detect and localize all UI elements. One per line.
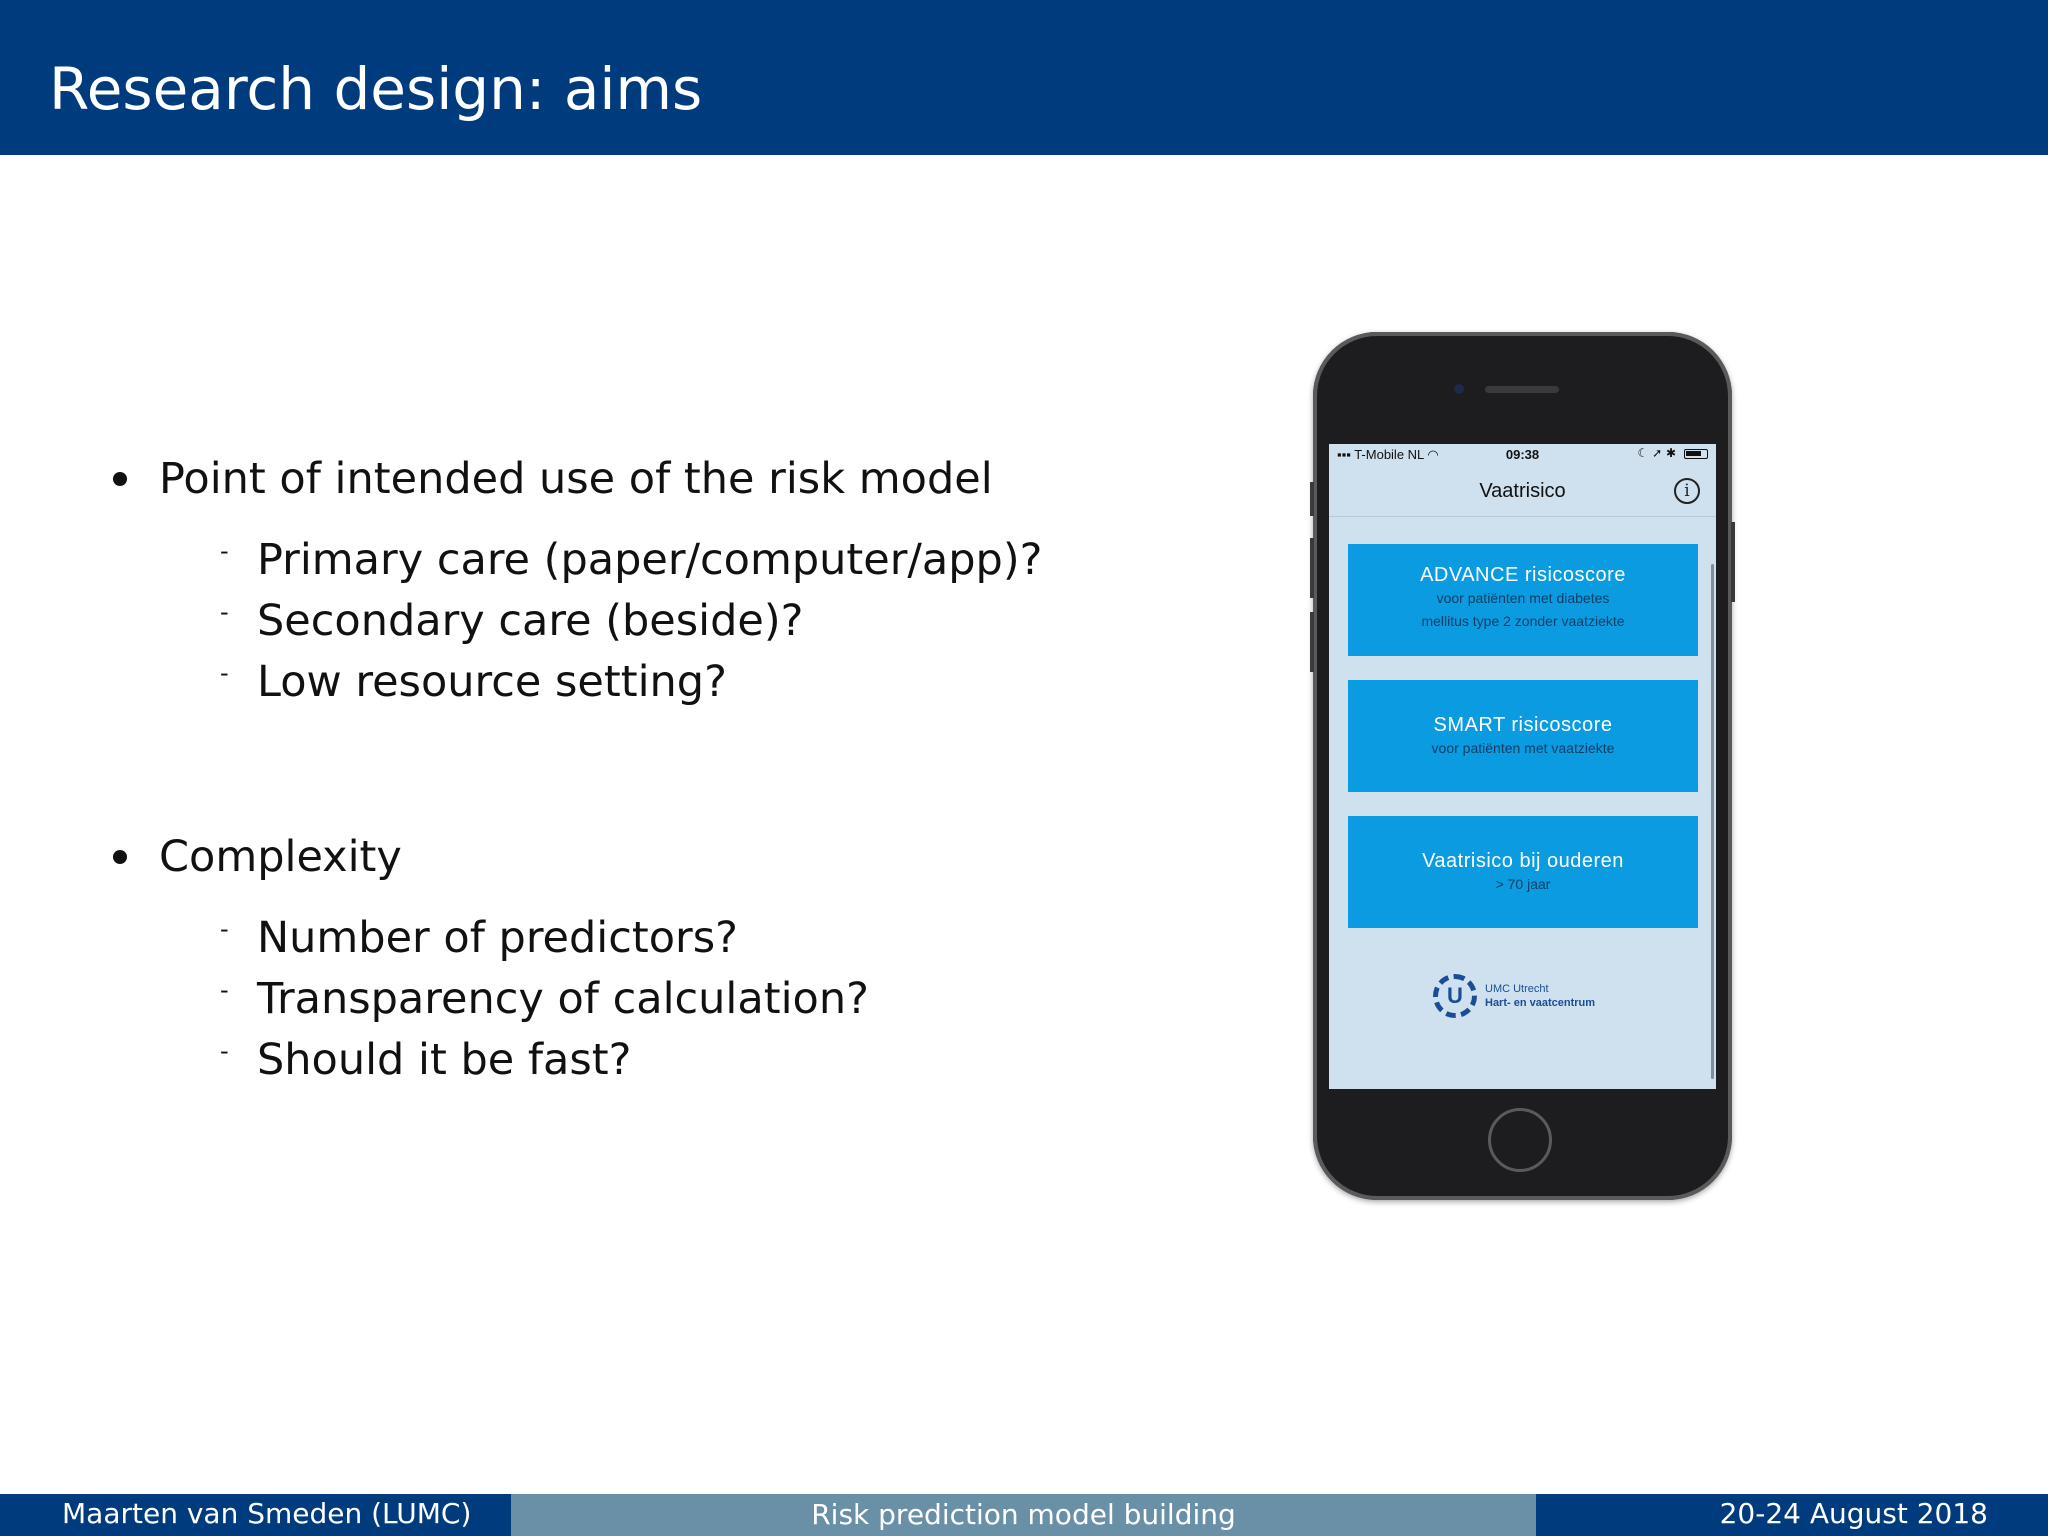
bullet-group-complexity: Complexity - Number of predictors? - Trans… [110, 828, 869, 1091]
seal-letter: U [1447, 983, 1463, 1008]
bullet-text: Complexity [159, 832, 402, 882]
card-subtitle: voor patiënten met diabetes [1436, 590, 1610, 606]
card-title: ADVANCE risicoscore [1420, 564, 1626, 586]
sub-item-text: Should it be fast? [257, 1035, 632, 1085]
card-subtitle: > 70 jaar [1495, 876, 1551, 892]
status-bar: ▪▪▪ T-Mobile NL ◠ 09:38 ☾ ➚ ✱ [1329, 444, 1716, 466]
power-button [1731, 522, 1735, 602]
sub-item: - Transparency of calculation? [220, 969, 869, 1030]
slide-footer: Maarten van Smeden (LUMC) Risk predictio… [0, 1494, 2048, 1536]
footer-author: Maarten van Smeden (LUMC) [62, 1497, 472, 1530]
logo-line-1: UMC Utrecht [1485, 983, 1549, 995]
scrollbar[interactable] [1711, 564, 1714, 1079]
footer-date-section: 20-24 August 2018 [1536, 1494, 2048, 1536]
phone-screen: ▪▪▪ T-Mobile NL ◠ 09:38 ☾ ➚ ✱ Vaatrisico… [1329, 444, 1716, 1089]
sub-item: - Primary care (paper/computer/app)? [220, 530, 1042, 591]
home-button[interactable] [1488, 1108, 1552, 1172]
sub-item-text: Secondary care (beside)? [257, 596, 804, 646]
smart-score-button[interactable]: SMART risicoscore voor patiënten met vaa… [1348, 680, 1698, 792]
footer-author-section: Maarten van Smeden (LUMC) [0, 1494, 511, 1536]
umc-seal-icon: U [1433, 974, 1477, 1018]
sub-item-text: Transparency of calculation? [257, 974, 869, 1024]
dash-marker: - [220, 598, 229, 626]
camera-icon [1454, 384, 1464, 394]
dash-marker: - [220, 537, 229, 565]
status-icons: ☾ ➚ ✱ [1637, 446, 1677, 460]
volume-down-button [1310, 612, 1314, 672]
phone-mockup: ▪▪▪ T-Mobile NL ◠ 09:38 ☾ ➚ ✱ Vaatrisico… [1310, 332, 1735, 1200]
bullet-text: Point of intended use of the risk model [159, 454, 993, 504]
sub-item: - Secondary care (beside)? [220, 591, 1042, 652]
footer-date: 20-24 August 2018 [1719, 1497, 1988, 1530]
advance-score-button[interactable]: ADVANCE risicoscore voor patiënten met d… [1348, 544, 1698, 656]
footer-title-section: Risk prediction model building [511, 1494, 1536, 1536]
bullet-group-intended-use: Point of intended use of the risk model … [110, 450, 1042, 713]
battery-icon [1684, 449, 1708, 459]
sub-item-text: Low resource setting? [257, 657, 727, 707]
sub-item-text: Number of predictors? [257, 913, 738, 963]
volume-up-button [1310, 538, 1314, 598]
card-subtitle: voor patiënten met vaatziekte [1431, 740, 1615, 756]
sub-list: - Number of predictors? - Transparency of … [220, 908, 869, 1091]
umc-utrecht-logo: U UMC Utrecht Hart- en vaatcentrum [1433, 974, 1633, 1024]
sub-list: - Primary care (paper/computer/app)? - Sec… [220, 530, 1042, 713]
bullet-dot-icon [113, 472, 127, 486]
card-subtitle: mellitus type 2 zonder vaatziekte [1421, 613, 1625, 629]
sub-item-text: Primary care (paper/computer/app)? [257, 535, 1043, 585]
bullet-dot-icon [113, 850, 127, 864]
dash-marker: - [220, 659, 229, 687]
sub-item: - Should it be fast? [220, 1030, 869, 1091]
card-title: Vaatrisico bij ouderen [1422, 850, 1624, 872]
mute-switch [1310, 482, 1314, 516]
info-icon[interactable]: i [1674, 478, 1700, 504]
app-title: Vaatrisico [1479, 480, 1566, 502]
bullet-item: Point of intended use of the risk model [110, 450, 1042, 508]
logo-line-2: Hart- en vaatcentrum [1485, 997, 1596, 1009]
sub-item: - Low resource setting? [220, 652, 1042, 713]
speaker-grille [1485, 386, 1559, 393]
footer-talk-title: Risk prediction model building [811, 1498, 1236, 1531]
card-title: SMART risicoscore [1433, 714, 1613, 736]
dash-marker: - [220, 915, 229, 943]
bullet-item: Complexity [110, 828, 869, 886]
app-navbar: Vaatrisico i [1329, 466, 1716, 517]
bullet-list: Point of intended use of the risk model … [0, 0, 1200, 1400]
dash-marker: - [220, 1037, 229, 1065]
dash-marker: - [220, 976, 229, 1004]
sub-item: - Number of predictors? [220, 908, 869, 969]
elderly-risk-button[interactable]: Vaatrisico bij ouderen > 70 jaar [1348, 816, 1698, 928]
